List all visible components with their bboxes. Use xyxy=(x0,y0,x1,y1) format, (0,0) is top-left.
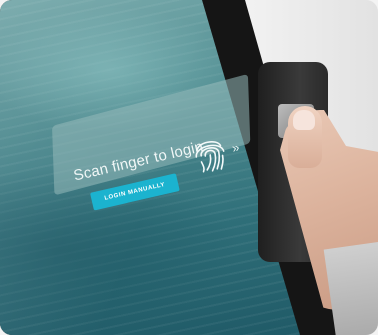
photo-frame: Scan finger to login » LOGIN MANUALLY xyxy=(0,0,378,335)
fingernail xyxy=(293,110,315,130)
